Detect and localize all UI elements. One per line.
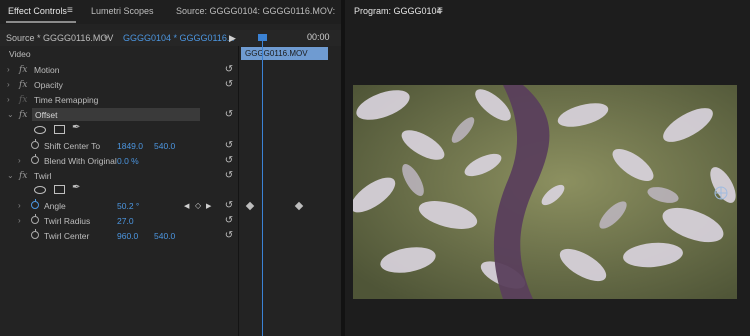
- property-label: Blend With Original: [44, 156, 117, 166]
- property-label: Shift Center To: [44, 141, 101, 151]
- stopwatch-icon[interactable]: [31, 214, 39, 224]
- chevron-right-icon[interactable]: ›: [7, 95, 10, 104]
- twirl-center-y-value[interactable]: 540.0: [154, 231, 175, 241]
- blend-value[interactable]: 0.0 %: [117, 156, 139, 166]
- video-section-header: Video: [0, 48, 238, 62]
- rectangle-mask-icon[interactable]: [54, 125, 65, 134]
- playhead-line[interactable]: [262, 36, 263, 336]
- program-monitor-frame[interactable]: [353, 85, 737, 299]
- reset-icon[interactable]: ↺: [223, 109, 235, 121]
- effect-name: Opacity: [34, 80, 63, 90]
- ellipse-mask-icon[interactable]: [34, 186, 46, 194]
- stopwatch-icon[interactable]: [31, 139, 39, 149]
- effect-name: Twirl: [34, 171, 52, 181]
- stopwatch-icon[interactable]: [31, 229, 39, 239]
- chevron-right-icon[interactable]: ›: [18, 156, 21, 165]
- property-blend-with-original[interactable]: › Blend With Original 0.0 % ↺: [0, 154, 238, 169]
- property-label: Angle: [44, 201, 66, 211]
- chevron-down-icon[interactable]: ⌄: [7, 110, 14, 119]
- active-tab-indicator: [6, 21, 76, 23]
- chevron-down-icon[interactable]: ▾: [104, 33, 109, 44]
- shift-center-x-value[interactable]: 1849.0: [117, 141, 143, 151]
- reset-icon[interactable]: ↺: [223, 140, 235, 152]
- chevron-right-icon[interactable]: ›: [7, 80, 10, 89]
- reset-icon[interactable]: ↺: [223, 155, 235, 167]
- panel-divider[interactable]: [238, 46, 239, 336]
- twirl-center-x-value[interactable]: 960.0: [117, 231, 138, 241]
- fx-icon: fx: [19, 95, 28, 105]
- panel-tab-bar: Effect Controls ≡ Lumetri Scopes Source:…: [0, 0, 341, 24]
- angle-value[interactable]: 50.2 °: [117, 201, 139, 211]
- effect-name: Time Remapping: [34, 95, 99, 105]
- pen-mask-icon[interactable]: ✒: [72, 122, 80, 133]
- chevron-right-icon[interactable]: ›: [18, 216, 21, 225]
- effect-row-offset[interactable]: ⌄ fx Offset ↺: [0, 108, 238, 123]
- shift-center-y-value[interactable]: 540.0: [154, 141, 175, 151]
- tab-source[interactable]: Source: GGGG0104: GGGG0116.MOV:: [176, 6, 335, 16]
- effect-row-twirl[interactable]: ⌄ fx Twirl ↺: [0, 169, 238, 184]
- timeline-ruler[interactable]: 00:00: [239, 30, 341, 46]
- stopwatch-icon[interactable]: [31, 199, 39, 209]
- reset-icon[interactable]: ↺: [223, 200, 235, 212]
- panel-menu-icon[interactable]: ≡: [437, 5, 443, 16]
- video-label: Video: [9, 49, 31, 59]
- chevron-right-icon[interactable]: ›: [18, 201, 21, 210]
- panel-menu-icon[interactable]: ≡: [67, 5, 73, 16]
- property-angle[interactable]: › Angle 50.2 ° ◀ ◇ ▶ ↺: [0, 199, 238, 214]
- tab-effect-controls[interactable]: Effect Controls: [8, 6, 67, 16]
- effect-name: Motion: [34, 65, 60, 75]
- reset-icon[interactable]: ↺: [223, 79, 235, 91]
- reset-icon[interactable]: ↺: [223, 215, 235, 227]
- source-clip-label[interactable]: Source * GGGG0116.MOV: [6, 33, 113, 43]
- property-twirl-center[interactable]: Twirl Center 960.0 540.0 ↺: [0, 229, 238, 244]
- reset-icon[interactable]: ↺: [223, 170, 235, 182]
- ellipse-mask-icon[interactable]: [34, 126, 46, 134]
- chevron-right-icon[interactable]: ›: [7, 65, 10, 74]
- effect-row-opacity[interactable]: › fx Opacity ↺: [0, 78, 238, 93]
- previous-keyframe-icon[interactable]: ◀: [184, 202, 189, 210]
- property-twirl-radius[interactable]: › Twirl Radius 27.0 ↺: [0, 214, 238, 229]
- clip-bar[interactable]: GGGG0116.MOV: [241, 47, 328, 60]
- add-keyframe-icon[interactable]: ◇: [195, 201, 201, 210]
- fx-icon[interactable]: fx: [19, 65, 27, 75]
- rectangle-mask-icon[interactable]: [54, 185, 65, 194]
- play-icon[interactable]: ▶: [229, 33, 236, 44]
- tab-program[interactable]: Program: GGGG0104: [354, 6, 442, 16]
- chevron-down-icon[interactable]: ⌄: [7, 171, 14, 180]
- effect-name: Offset: [35, 110, 58, 120]
- effect-row-time-remapping[interactable]: › fx Time Remapping: [0, 93, 238, 108]
- timecode-label: 00:00: [307, 32, 330, 42]
- fx-icon[interactable]: fx: [19, 171, 27, 181]
- pen-mask-icon[interactable]: ✒: [72, 182, 80, 193]
- reset-icon[interactable]: ↺: [223, 230, 235, 242]
- property-label: Twirl Center: [44, 231, 90, 241]
- fx-icon[interactable]: fx: [19, 110, 27, 120]
- tab-lumetri-scopes[interactable]: Lumetri Scopes: [91, 6, 154, 16]
- property-label: Twirl Radius: [44, 216, 91, 226]
- effect-row-motion[interactable]: › fx Motion ↺: [0, 63, 238, 78]
- property-shift-center[interactable]: Shift Center To 1849.0 540.0 ↺: [0, 139, 238, 154]
- fx-icon[interactable]: fx: [19, 80, 27, 90]
- next-keyframe-icon[interactable]: ▶: [206, 202, 211, 210]
- reset-icon[interactable]: ↺: [223, 64, 235, 76]
- stopwatch-icon[interactable]: [31, 154, 39, 164]
- video-frame-image: [353, 85, 737, 299]
- twirl-radius-value[interactable]: 27.0: [117, 216, 134, 226]
- sequence-clip-label[interactable]: GGGG0104 * GGGG0116...: [123, 33, 234, 43]
